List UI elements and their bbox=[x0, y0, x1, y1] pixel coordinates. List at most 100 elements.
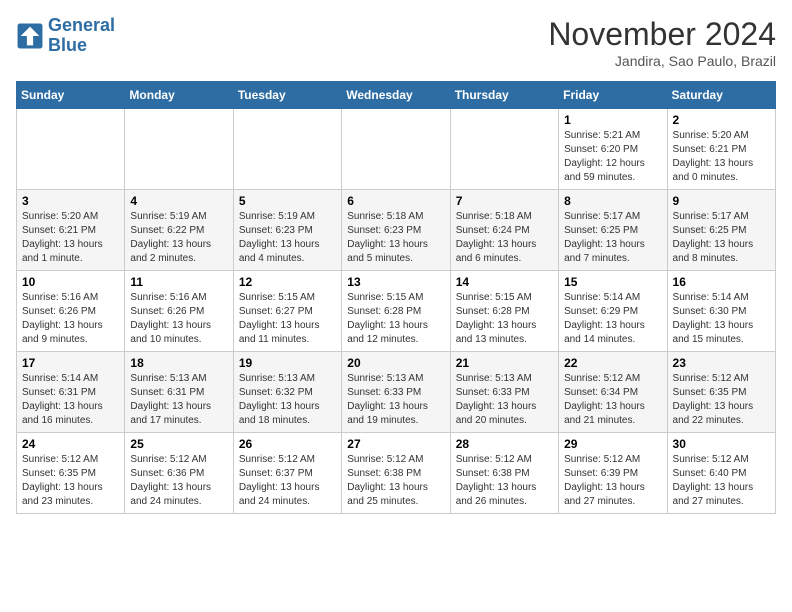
month-title: November 2024 bbox=[548, 16, 776, 53]
weekday-header-wednesday: Wednesday bbox=[342, 82, 450, 109]
week-row-4: 17 Sunrise: 5:14 AM Sunset: 6:31 PM Dayli… bbox=[17, 352, 776, 433]
calendar-cell bbox=[450, 109, 558, 190]
weekday-header-sunday: Sunday bbox=[17, 82, 125, 109]
calendar-cell: 17 Sunrise: 5:14 AM Sunset: 6:31 PM Dayli… bbox=[17, 352, 125, 433]
calendar-cell: 23 Sunrise: 5:12 AM Sunset: 6:35 PM Dayli… bbox=[667, 352, 775, 433]
calendar-cell: 30 Sunrise: 5:12 AM Sunset: 6:40 PM Dayli… bbox=[667, 433, 775, 514]
day-info: Sunrise: 5:12 AM Sunset: 6:35 PM Dayligh… bbox=[673, 372, 770, 428]
day-number: 29 bbox=[564, 437, 661, 451]
day-number: 23 bbox=[673, 356, 770, 370]
day-number: 13 bbox=[347, 275, 444, 289]
day-info: Sunrise: 5:21 AM Sunset: 6:20 PM Dayligh… bbox=[564, 129, 661, 185]
week-row-2: 3 Sunrise: 5:20 AM Sunset: 6:21 PM Daylig… bbox=[17, 190, 776, 271]
calendar-cell: 29 Sunrise: 5:12 AM Sunset: 6:39 PM Dayli… bbox=[559, 433, 667, 514]
week-row-1: 1 Sunrise: 5:21 AM Sunset: 6:20 PM Daylig… bbox=[17, 109, 776, 190]
calendar-cell: 8 Sunrise: 5:17 AM Sunset: 6:25 PM Daylig… bbox=[559, 190, 667, 271]
day-number: 16 bbox=[673, 275, 770, 289]
title-block: November 2024 Jandira, Sao Paulo, Brazil bbox=[548, 16, 776, 69]
day-info: Sunrise: 5:13 AM Sunset: 6:33 PM Dayligh… bbox=[456, 372, 553, 428]
day-number: 24 bbox=[22, 437, 119, 451]
calendar-cell: 6 Sunrise: 5:18 AM Sunset: 6:23 PM Daylig… bbox=[342, 190, 450, 271]
day-number: 9 bbox=[673, 194, 770, 208]
day-info: Sunrise: 5:15 AM Sunset: 6:28 PM Dayligh… bbox=[456, 291, 553, 347]
calendar-cell: 27Sunrise: 5:12 AM Sunset: 6:38 PM Dayli… bbox=[342, 433, 450, 514]
calendar-cell: 9 Sunrise: 5:17 AM Sunset: 6:25 PM Daylig… bbox=[667, 190, 775, 271]
day-info: Sunrise: 5:17 AM Sunset: 6:25 PM Dayligh… bbox=[673, 210, 770, 266]
day-number: 6 bbox=[347, 194, 444, 208]
day-info: Sunrise: 5:14 AM Sunset: 6:29 PM Dayligh… bbox=[564, 291, 661, 347]
day-info: Sunrise: 5:13 AM Sunset: 6:33 PM Dayligh… bbox=[347, 372, 444, 428]
day-info: Sunrise: 5:12 AM Sunset: 6:39 PM Dayligh… bbox=[564, 453, 661, 509]
calendar-cell bbox=[125, 109, 233, 190]
day-number: 27 bbox=[347, 437, 444, 451]
calendar-cell: 10 Sunrise: 5:16 AM Sunset: 6:26 PM Dayli… bbox=[17, 271, 125, 352]
weekday-header-row: SundayMondayTuesdayWednesdayThursdayFrid… bbox=[17, 82, 776, 109]
week-row-3: 10 Sunrise: 5:16 AM Sunset: 6:26 PM Dayli… bbox=[17, 271, 776, 352]
day-number: 15 bbox=[564, 275, 661, 289]
calendar-cell: 25 Sunrise: 5:12 AM Sunset: 6:36 PM Dayli… bbox=[125, 433, 233, 514]
calendar-cell: 7 Sunrise: 5:18 AM Sunset: 6:24 PM Daylig… bbox=[450, 190, 558, 271]
weekday-header-friday: Friday bbox=[559, 82, 667, 109]
day-info: Sunrise: 5:16 AM Sunset: 6:26 PM Dayligh… bbox=[130, 291, 227, 347]
day-number: 8 bbox=[564, 194, 661, 208]
calendar-cell: 22 Sunrise: 5:12 AM Sunset: 6:34 PM Dayli… bbox=[559, 352, 667, 433]
logo-text: General Blue bbox=[48, 16, 115, 56]
page-header: General Blue November 2024 Jandira, Sao … bbox=[16, 16, 776, 69]
calendar-cell: 2Sunrise: 5:20 AM Sunset: 6:21 PM Daylig… bbox=[667, 109, 775, 190]
day-number: 7 bbox=[456, 194, 553, 208]
weekday-header-thursday: Thursday bbox=[450, 82, 558, 109]
calendar-cell: 28Sunrise: 5:12 AM Sunset: 6:38 PM Dayli… bbox=[450, 433, 558, 514]
day-number: 1 bbox=[564, 113, 661, 127]
calendar-cell bbox=[342, 109, 450, 190]
calendar-cell: 13Sunrise: 5:15 AM Sunset: 6:28 PM Dayli… bbox=[342, 271, 450, 352]
day-info: Sunrise: 5:20 AM Sunset: 6:21 PM Dayligh… bbox=[22, 210, 119, 266]
day-info: Sunrise: 5:14 AM Sunset: 6:31 PM Dayligh… bbox=[22, 372, 119, 428]
week-row-5: 24 Sunrise: 5:12 AM Sunset: 6:35 PM Dayli… bbox=[17, 433, 776, 514]
day-info: Sunrise: 5:12 AM Sunset: 6:37 PM Dayligh… bbox=[239, 453, 336, 509]
day-number: 12 bbox=[239, 275, 336, 289]
day-info: Sunrise: 5:12 AM Sunset: 6:34 PM Dayligh… bbox=[564, 372, 661, 428]
day-info: Sunrise: 5:19 AM Sunset: 6:23 PM Dayligh… bbox=[239, 210, 336, 266]
calendar-cell bbox=[17, 109, 125, 190]
day-number: 30 bbox=[673, 437, 770, 451]
calendar-cell: 21 Sunrise: 5:13 AM Sunset: 6:33 PM Dayli… bbox=[450, 352, 558, 433]
day-info: Sunrise: 5:14 AM Sunset: 6:30 PM Dayligh… bbox=[673, 291, 770, 347]
day-number: 10 bbox=[22, 275, 119, 289]
day-info: Sunrise: 5:12 AM Sunset: 6:40 PM Dayligh… bbox=[673, 453, 770, 509]
weekday-header-tuesday: Tuesday bbox=[233, 82, 341, 109]
calendar-cell: 16 Sunrise: 5:14 AM Sunset: 6:30 PM Dayli… bbox=[667, 271, 775, 352]
day-info: Sunrise: 5:15 AM Sunset: 6:27 PM Dayligh… bbox=[239, 291, 336, 347]
weekday-header-saturday: Saturday bbox=[667, 82, 775, 109]
day-info: Sunrise: 5:13 AM Sunset: 6:31 PM Dayligh… bbox=[130, 372, 227, 428]
calendar: SundayMondayTuesdayWednesdayThursdayFrid… bbox=[16, 81, 776, 514]
day-info: Sunrise: 5:12 AM Sunset: 6:35 PM Dayligh… bbox=[22, 453, 119, 509]
day-number: 18 bbox=[130, 356, 227, 370]
day-info: Sunrise: 5:16 AM Sunset: 6:26 PM Dayligh… bbox=[22, 291, 119, 347]
day-number: 4 bbox=[130, 194, 227, 208]
day-number: 20 bbox=[347, 356, 444, 370]
location: Jandira, Sao Paulo, Brazil bbox=[548, 53, 776, 69]
day-number: 21 bbox=[456, 356, 553, 370]
day-number: 17 bbox=[22, 356, 119, 370]
day-info: Sunrise: 5:17 AM Sunset: 6:25 PM Dayligh… bbox=[564, 210, 661, 266]
calendar-cell: 26Sunrise: 5:12 AM Sunset: 6:37 PM Dayli… bbox=[233, 433, 341, 514]
day-number: 25 bbox=[130, 437, 227, 451]
day-number: 22 bbox=[564, 356, 661, 370]
day-number: 5 bbox=[239, 194, 336, 208]
logo-icon bbox=[16, 22, 44, 50]
day-info: Sunrise: 5:20 AM Sunset: 6:21 PM Dayligh… bbox=[673, 129, 770, 185]
calendar-cell: 3 Sunrise: 5:20 AM Sunset: 6:21 PM Daylig… bbox=[17, 190, 125, 271]
day-info: Sunrise: 5:12 AM Sunset: 6:36 PM Dayligh… bbox=[130, 453, 227, 509]
day-number: 14 bbox=[456, 275, 553, 289]
weekday-header-monday: Monday bbox=[125, 82, 233, 109]
calendar-cell: 1 Sunrise: 5:21 AM Sunset: 6:20 PM Daylig… bbox=[559, 109, 667, 190]
day-number: 11 bbox=[130, 275, 227, 289]
day-number: 28 bbox=[456, 437, 553, 451]
day-info: Sunrise: 5:18 AM Sunset: 6:23 PM Dayligh… bbox=[347, 210, 444, 266]
calendar-cell: 19Sunrise: 5:13 AM Sunset: 6:32 PM Dayli… bbox=[233, 352, 341, 433]
day-info: Sunrise: 5:13 AM Sunset: 6:32 PM Dayligh… bbox=[239, 372, 336, 428]
calendar-cell: 14 Sunrise: 5:15 AM Sunset: 6:28 PM Dayli… bbox=[450, 271, 558, 352]
calendar-cell: 4Sunrise: 5:19 AM Sunset: 6:22 PM Daylig… bbox=[125, 190, 233, 271]
day-number: 3 bbox=[22, 194, 119, 208]
day-info: Sunrise: 5:18 AM Sunset: 6:24 PM Dayligh… bbox=[456, 210, 553, 266]
